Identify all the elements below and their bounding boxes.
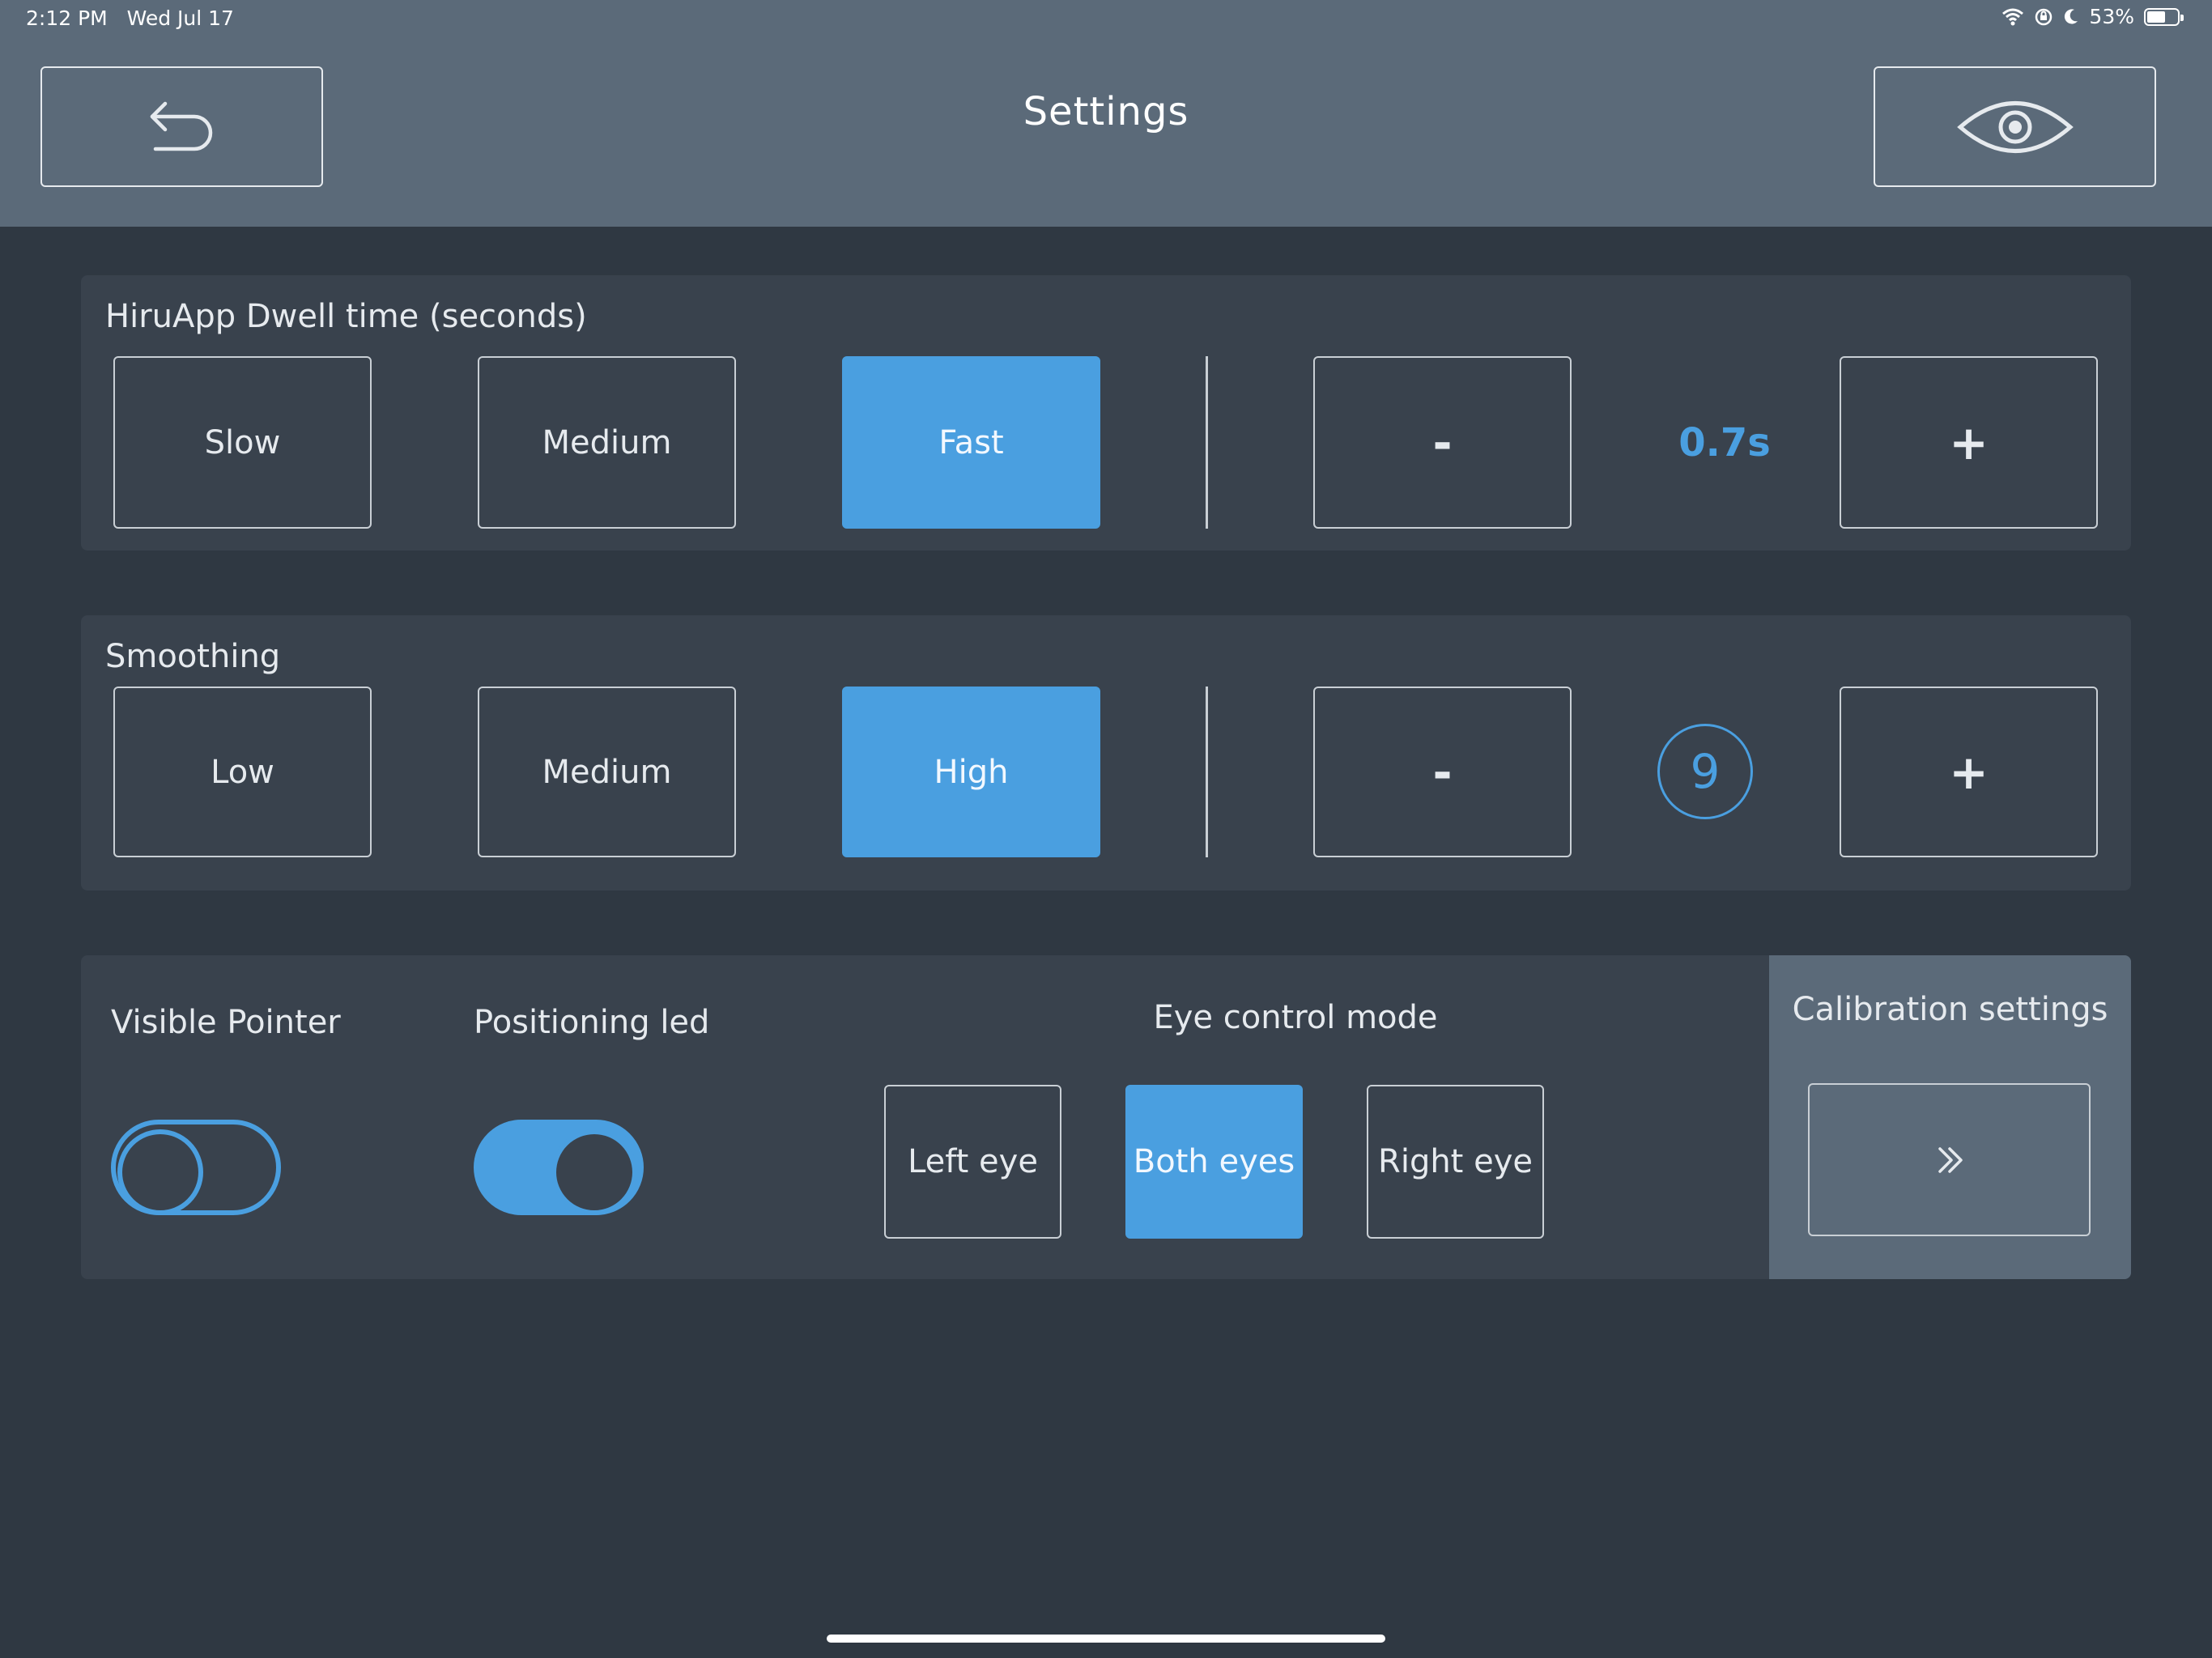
- visible-pointer-label: Visible Pointer: [111, 1004, 341, 1041]
- status-clock: 2:12 PM: [26, 6, 108, 30]
- dwell-decrement-button[interactable]: -: [1313, 356, 1572, 529]
- both-eyes-button[interactable]: Both eyes: [1125, 1085, 1303, 1239]
- smoothing-decrement-button[interactable]: -: [1313, 687, 1572, 857]
- battery-icon: [2144, 7, 2184, 26]
- moon-icon: [2065, 8, 2078, 23]
- status-time: 2:12 PM Wed Jul 17: [26, 6, 234, 30]
- positioning-led-label: Positioning led: [474, 1004, 710, 1041]
- battery-percent: 53%: [2089, 5, 2134, 28]
- dwell-time-label: HiruApp Dwell time (seconds): [105, 298, 587, 335]
- dwell-time-panel: HiruApp Dwell time (seconds) Slow Medium…: [81, 275, 2131, 551]
- dwell-medium-button[interactable]: Medium: [478, 356, 736, 529]
- positioning-led-toggle[interactable]: [474, 1120, 644, 1215]
- calibration-settings-label: Calibration settings: [1792, 991, 2108, 1028]
- smoothing-low-button[interactable]: Low: [113, 687, 372, 857]
- status-icons: 53%: [2001, 5, 2184, 28]
- eye-view-button[interactable]: [1874, 66, 2156, 187]
- home-indicator[interactable]: [827, 1635, 1385, 1643]
- toggle-knob: [551, 1129, 637, 1215]
- eye-control-mode-label: Eye control mode: [1153, 999, 1438, 1036]
- smoothing-label: Smoothing: [105, 638, 281, 675]
- wifi-icon: [2002, 8, 2024, 25]
- top-bar: 2:12 PM Wed Jul 17 53% Settings: [0, 0, 2212, 227]
- orientation-lock-icon: [2035, 8, 2052, 25]
- left-eye-button[interactable]: Left eye: [884, 1085, 1061, 1239]
- calibration-section: Calibration settings: [1769, 955, 2131, 1279]
- divider: [1206, 687, 1208, 857]
- dwell-value: 0.7s: [1678, 419, 1771, 466]
- smoothing-increment-button[interactable]: +: [1840, 687, 2098, 857]
- status-date: Wed Jul 17: [126, 6, 234, 30]
- smoothing-panel: Smoothing Low Medium High - 9 +: [81, 615, 2131, 891]
- toggle-knob: [117, 1129, 203, 1215]
- dwell-slow-button[interactable]: Slow: [113, 356, 372, 529]
- right-eye-button[interactable]: Right eye: [1367, 1085, 1544, 1239]
- eye-icon: [1956, 100, 2074, 153]
- calibration-settings-button[interactable]: [1808, 1083, 2091, 1236]
- visible-pointer-toggle[interactable]: [111, 1120, 281, 1215]
- smoothing-medium-button[interactable]: Medium: [478, 687, 736, 857]
- divider: [1206, 356, 1208, 529]
- dwell-increment-button[interactable]: +: [1840, 356, 2098, 529]
- options-panel: Visible Pointer Positioning led Eye cont…: [81, 955, 2131, 1279]
- dwell-fast-button[interactable]: Fast: [842, 356, 1100, 529]
- double-chevron-right-icon: [1938, 1146, 1963, 1173]
- smoothing-value: 9: [1657, 724, 1753, 819]
- smoothing-high-button[interactable]: High: [842, 687, 1100, 857]
